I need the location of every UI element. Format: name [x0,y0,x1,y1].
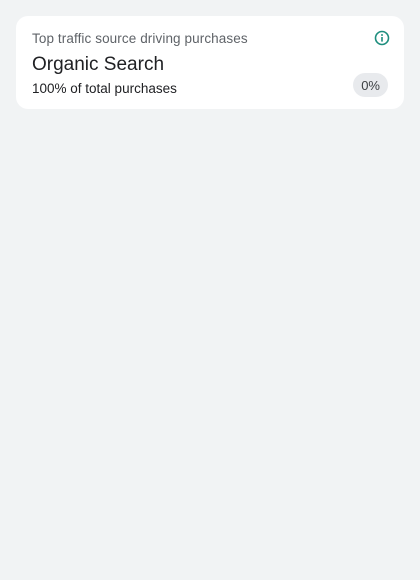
insight-card: Top traffic source driving purchases Org… [16,16,404,109]
purchase-share-text: 100% of total purchases [32,81,177,96]
change-badge: 0% [353,73,388,97]
card-title: Top traffic source driving purchases [32,30,248,46]
card-header: Top traffic source driving purchases [32,28,390,48]
info-icon [374,30,390,46]
traffic-source-name: Organic Search [32,54,165,75]
info-button[interactable] [372,28,392,48]
